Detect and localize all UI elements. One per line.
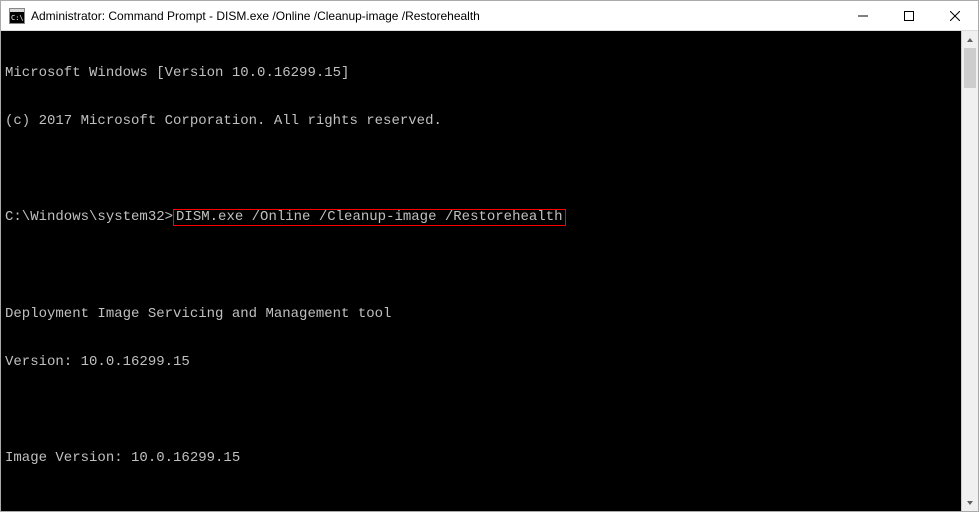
- console-output[interactable]: Microsoft Windows [Version 10.0.16299.15…: [1, 31, 961, 511]
- scroll-down-button[interactable]: [962, 494, 978, 511]
- scrollbar-track[interactable]: [962, 48, 978, 494]
- copyright-line: (c) 2017 Microsoft Corporation. All righ…: [5, 113, 961, 129]
- command-highlight: DISM.exe /Online /Cleanup-image /Restore…: [173, 209, 565, 226]
- prompt-line: C:\Windows\system32>DISM.exe /Online /Cl…: [5, 209, 961, 226]
- close-button[interactable]: [932, 1, 978, 31]
- maximize-button[interactable]: [886, 1, 932, 31]
- vertical-scrollbar[interactable]: [961, 31, 978, 511]
- scrollbar-thumb[interactable]: [964, 48, 976, 88]
- minimize-button[interactable]: [840, 1, 886, 31]
- console-area: Microsoft Windows [Version 10.0.16299.15…: [1, 31, 978, 511]
- tool-version-line: Version: 10.0.16299.15: [5, 354, 961, 370]
- window-title: Administrator: Command Prompt - DISM.exe…: [31, 9, 840, 23]
- tool-name-line: Deployment Image Servicing and Managemen…: [5, 306, 961, 322]
- svg-text:C:\: C:\: [11, 14, 24, 22]
- prompt-text: C:\Windows\system32>: [5, 209, 173, 225]
- window-controls: [840, 1, 978, 30]
- titlebar[interactable]: C:\ Administrator: Command Prompt - DISM…: [1, 1, 978, 31]
- cmd-icon: C:\: [9, 8, 25, 24]
- os-version-line: Microsoft Windows [Version 10.0.16299.15…: [5, 65, 961, 81]
- scroll-up-button[interactable]: [962, 31, 978, 48]
- image-version-line: Image Version: 10.0.16299.15: [5, 450, 961, 466]
